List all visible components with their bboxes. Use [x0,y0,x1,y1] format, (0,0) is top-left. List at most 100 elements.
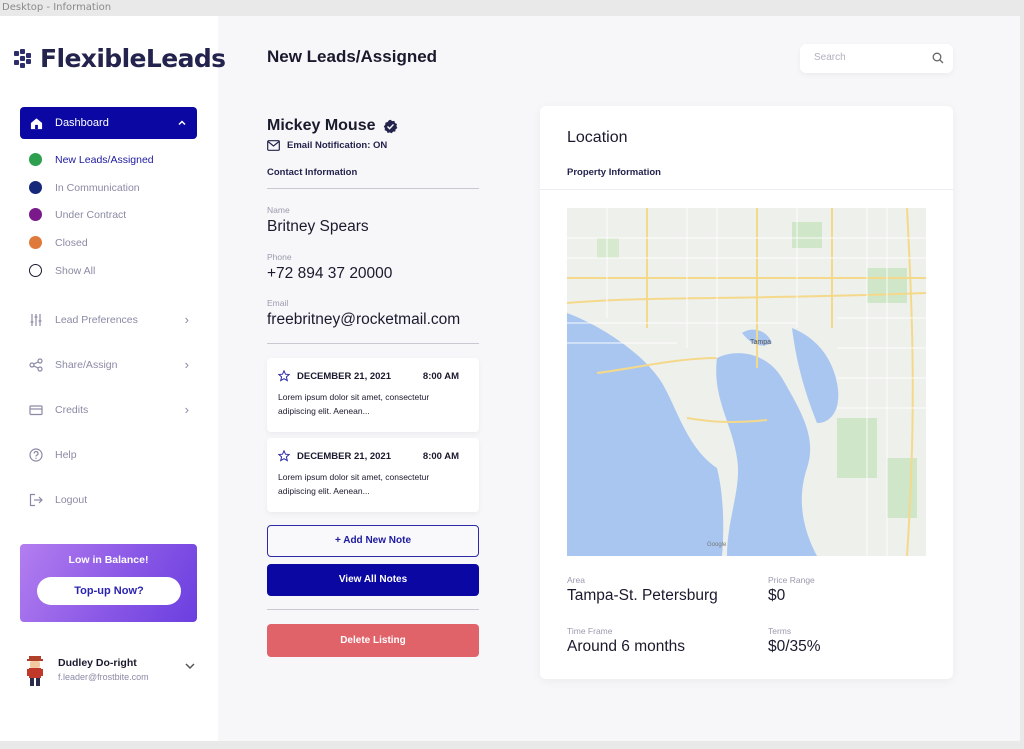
sidebar: FlexibleLeads Dashboard New Leads/Assign… [0,16,226,741]
location-card: Location Property Information Tampa Goog… [540,106,953,679]
note-card[interactable]: DECEMBER 21, 2021 8:00 AM Lorem ipsum do… [267,438,479,512]
search-placeholder: Search [814,52,846,63]
user-email: f.leader@frostbite.com [58,672,149,682]
add-new-note-button[interactable]: + Add New Note [267,525,479,557]
note-date: DECEMBER 21, 2021 [297,451,391,462]
chevron-up-icon [178,120,186,126]
chevron-down-icon[interactable] [184,660,196,672]
divider [540,189,953,190]
map-graphic: Tampa Google [567,208,926,556]
sidebar-item-label: Dashboard [55,117,109,129]
status-dot-navy-icon [29,181,42,194]
note-text: Lorem ipsum dolor sit amet, consectetur … [278,472,430,496]
delete-listing-button[interactable]: Delete Listing [267,624,479,657]
help-icon [29,448,43,462]
field-label-name: Name [267,205,290,215]
field-value-phone: +72 894 37 20000 [267,265,393,282]
star-icon[interactable] [278,370,290,382]
map-attribution: Google [707,542,727,548]
note-card[interactable]: DECEMBER 21, 2021 8:00 AM Lorem ipsum do… [267,358,479,432]
sidebar-status-in-communication[interactable]: In Communication [29,181,140,194]
map-city-label: Tampa [750,339,771,346]
sidebar-item-lead-preferences[interactable]: Lead Preferences › [29,312,189,327]
sidebar-status-closed[interactable]: Closed [29,236,88,249]
status-label: In Communication [55,181,140,194]
status-label: New Leads/Assigned [55,153,154,166]
star-icon[interactable] [278,450,290,462]
email-notification-status: Email Notification: ON [267,140,387,151]
view-all-notes-button[interactable]: View All Notes [267,564,479,596]
info-label-price-range: Price Range [768,575,815,585]
sidebar-status-new-leads[interactable]: New Leads/Assigned [29,153,154,166]
location-title: Location [567,129,628,146]
window-title: Desktop - Information [2,2,112,13]
field-label-email: Email [267,298,289,308]
low-balance-title: Low in Balance! [68,554,149,566]
info-value-time-frame: Around 6 months [567,638,686,655]
lead-name-text: Mickey Mouse [267,117,376,134]
chevron-right-icon: › [184,357,189,372]
field-label-phone: Phone [267,252,292,262]
sidebar-item-dashboard[interactable]: Dashboard [20,107,197,139]
sliders-icon [30,313,42,326]
user-profile[interactable]: Dudley Do-right f.leader@frostbite.com [24,654,200,690]
field-value-email: freebritney@rocketmail.com [267,311,461,328]
info-value-price-range: $0 [768,587,786,604]
lead-name: Mickey Mouse [267,117,398,135]
contact-information-heading: Contact Information [267,167,358,178]
search-icon[interactable] [932,52,944,64]
avatar [27,656,43,686]
logout-icon [29,493,43,507]
note-date: DECEMBER 21, 2021 [297,371,391,382]
sidebar-item-credits[interactable]: Credits › [29,402,189,417]
info-value-area: Tampa-St. Petersburg [567,587,718,604]
info-label-time-frame: Time Frame [567,626,613,636]
status-dot-outline-icon [29,264,42,277]
sidebar-item-label: Lead Preferences [55,313,138,326]
status-label: Closed [55,236,88,249]
sidebar-item-label: Share/Assign [55,358,118,371]
credit-card-icon [29,404,43,415]
note-time: 8:00 AM [422,451,459,462]
divider [267,188,479,189]
sidebar-item-label: Logout [55,494,88,506]
brand-name: FlexibleLeads [40,44,226,73]
search-input[interactable]: Search [800,44,953,73]
divider [267,343,479,344]
share-icon [29,357,43,372]
field-value-name: Britney Spears [267,218,369,235]
sidebar-item-logout[interactable]: Logout [29,493,189,507]
low-balance-card: Low in Balance! Top-up Now? [20,544,197,622]
sidebar-item-label: Help [55,449,77,461]
email-notification-label: Email Notification: ON [287,140,388,151]
property-information-heading: Property Information [567,167,661,178]
chevron-right-icon: › [184,312,189,327]
info-value-terms: $0/35% [768,638,821,655]
info-label-area: Area [567,575,585,585]
top-up-button[interactable]: Top-up Now? [37,577,181,605]
user-name: Dudley Do-right [58,657,137,669]
home-icon [30,117,43,129]
sidebar-status-under-contract[interactable]: Under Contract [29,208,126,221]
brand-logo[interactable]: FlexibleLeads [14,44,226,73]
status-dot-orange-icon [29,236,42,249]
app-frame: FlexibleLeads Dashboard New Leads/Assign… [0,16,1020,741]
page-title: New Leads/Assigned [267,47,438,66]
note-text: Lorem ipsum dolor sit amet, consectetur … [278,392,430,416]
status-label: Show All [55,264,96,277]
mail-icon [267,140,280,151]
sidebar-status-show-all[interactable]: Show All [29,264,95,277]
note-time: 8:00 AM [422,371,459,382]
status-dot-green-icon [29,153,42,166]
sidebar-item-help[interactable]: Help [29,448,189,462]
chevron-right-icon: › [184,402,189,417]
divider [267,609,479,610]
logo-mark-icon [14,48,34,69]
status-dot-purple-icon [29,208,42,221]
info-label-terms: Terms [768,626,792,636]
sidebar-item-label: Credits [55,403,89,416]
location-map[interactable]: Tampa Google [567,208,926,556]
verified-badge-icon [384,119,398,133]
status-label: Under Contract [55,208,127,221]
sidebar-item-share-assign[interactable]: Share/Assign › [29,357,189,372]
